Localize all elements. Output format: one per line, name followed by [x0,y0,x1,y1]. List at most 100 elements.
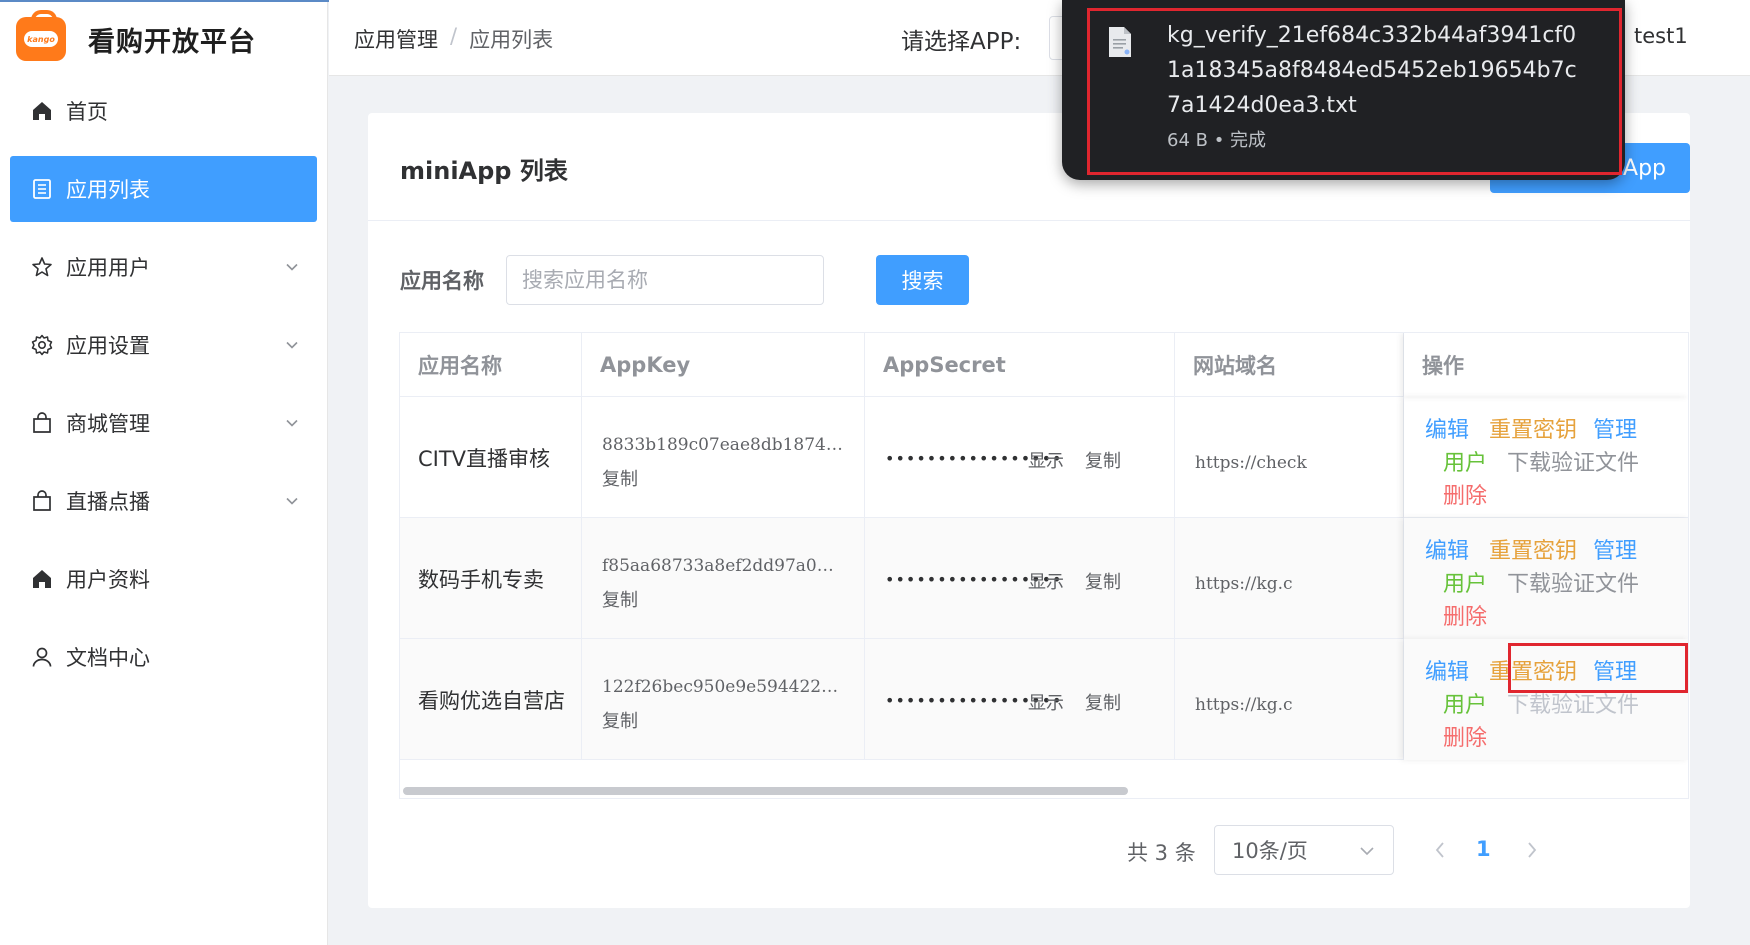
sidebar-item-2[interactable]: 应用用户 [10,234,317,300]
show-secret-link[interactable]: 显示 [1028,447,1064,473]
appkey-value: f85aa68733a8ef2dd97a0… [602,556,834,576]
chevron-down-icon [286,341,298,349]
search-bar: 应用名称 搜索 [400,255,969,305]
brand-title: 看购开放平台 [88,26,256,58]
sidebar-item-5[interactable]: 直播点播 [10,468,317,534]
search-button[interactable]: 搜索 [876,255,969,305]
home-icon [30,567,54,591]
edit-link[interactable]: 编辑 [1425,654,1469,686]
show-secret-link[interactable]: 显示 [1028,568,1064,594]
column-header-appkey: AppKey [582,333,865,397]
sidebar-menu: 首页应用列表应用用户应用设置商城管理直播点播用户资料文档中心 [0,78,327,690]
sidebar-item-label: 文档中心 [66,646,150,670]
sidebar-item-label: 应用列表 [66,178,150,202]
pagination: 共 3 条 10条/页 1 [368,825,1690,875]
sidebar-item-label: 首页 [66,100,108,124]
users-link[interactable]: 用户 [1443,566,1487,598]
page-number-current[interactable]: 1 [1476,837,1491,861]
table-row: 看购优选自营店 122f26bec950e9e594422… 复制 •••••••••… [400,639,1688,760]
breadcrumb-item-app-list: 应用列表 [469,28,554,52]
delete-link[interactable]: 删除 [1443,599,1487,631]
app-table: 应用名称 AppKey AppSecret 网站域名 操作 CITV直播审核 88… [399,332,1689,799]
sidebar-item-4[interactable]: 商城管理 [10,390,317,456]
gear-icon [30,333,54,357]
domain-value: https://kg.c [1195,695,1293,715]
cell-appkey: 122f26bec950e9e594422… 复制 [582,639,865,760]
page-size-value: 10条/页 [1232,839,1308,863]
cell-actions: 编辑 重置密钥 管理用户 下载验证文件 删除 [1404,397,1688,518]
reset-key-link[interactable]: 重置密钥 [1489,533,1577,565]
download-verify-file-link[interactable]: 下载验证文件 [1507,445,1639,477]
cell-appkey: 8833b189c07eae8db1874… 复制 [582,397,865,518]
download-verify-file-link[interactable]: 下载验证文件 [1507,566,1639,598]
user-icon [30,645,54,669]
users-link[interactable]: 用户 [1443,687,1487,719]
download-filename[interactable]: kg_verify_21ef684c332b44af3941cf01a18345… [1167,18,1587,123]
home-icon [30,99,54,123]
copy-secret-link[interactable]: 复制 [1085,689,1121,715]
breadcrumb-item-app-management[interactable]: 应用管理 [354,24,438,54]
sidebar-item-0[interactable]: 首页 [10,78,317,144]
cell-appsecret: ••••••••••••••••• 显示 复制 [865,518,1175,639]
file-icon [1109,27,1131,57]
highlight-box-download-link [1508,643,1688,693]
manage-link[interactable]: 管理 [1593,412,1637,444]
delete-link[interactable]: 删除 [1443,478,1487,510]
search-label: 应用名称 [400,269,484,293]
cell-appsecret: ••••••••••••••••• 显示 复制 [865,397,1175,518]
domain-value: https://check [1195,453,1307,473]
copy-secret-link[interactable]: 复制 [1085,447,1121,473]
domain-value: https://kg.c [1195,574,1293,594]
copy-secret-link[interactable]: 复制 [1085,568,1121,594]
column-header-app-name: 应用名称 [400,333,582,397]
sidebar-item-6[interactable]: 用户资料 [10,546,317,612]
appkey-value: 8833b189c07eae8db1874… [602,435,843,455]
sidebar-item-label: 商城管理 [66,412,150,436]
breadcrumb: 应用管理 / 应用列表 [354,24,553,54]
copy-appkey-link[interactable]: 复制 [602,465,638,491]
sidebar-item-label: 应用用户 [66,256,150,280]
users-link[interactable]: 用户 [1443,445,1487,477]
card-title: miniApp 列表 [400,157,568,185]
sidebar-item-3[interactable]: 应用设置 [10,312,317,378]
column-header-actions: 操作 [1404,333,1688,397]
chevron-down-icon [286,497,298,505]
app-select-label: 请选择APP: [901,29,1022,55]
show-secret-link[interactable]: 显示 [1028,689,1064,715]
download-meta: 64 B • 完成 [1167,130,1267,151]
list-icon [30,177,54,201]
manage-link[interactable]: 管理 [1593,533,1637,565]
sidebar-item-label: 用户资料 [66,568,150,592]
search-input[interactable] [506,255,824,305]
shopping-bag-icon [30,411,54,435]
sidebar-item-7[interactable]: 文档中心 [10,624,317,690]
page-size-select[interactable]: 10条/页 [1214,825,1394,875]
sidebar-item-1[interactable]: 应用列表 [10,156,317,222]
edit-link[interactable]: 编辑 [1425,533,1469,565]
table-row: CITV直播审核 8833b189c07eae8db1874… 复制 ••••••••… [400,397,1688,518]
cell-domain: https://kg.c [1175,639,1404,760]
copy-appkey-link[interactable]: 复制 [602,586,638,612]
reset-key-link[interactable]: 重置密钥 [1489,412,1577,444]
horizontal-scrollbar[interactable] [403,787,1128,795]
user-name[interactable]: test1 [1634,24,1688,48]
cell-appkey: f85aa68733a8ef2dd97a0… 复制 [582,518,865,639]
edit-link[interactable]: 编辑 [1425,412,1469,444]
cell-appsecret: ••••••••••••••••• 显示 复制 [865,639,1175,760]
delete-link[interactable]: 删除 [1443,720,1487,752]
cell-app-name: CITV直播审核 [400,397,582,518]
chevron-down-icon [286,263,298,271]
cell-domain: https://check [1175,397,1404,518]
prev-page-icon[interactable] [1433,840,1447,860]
sidebar: kango 看购开放平台 首页应用列表应用用户应用设置商城管理直播点播用户资料文… [0,0,328,945]
next-page-icon[interactable] [1525,840,1539,860]
star-icon [30,255,54,279]
cell-app-name: 数码手机专卖 [400,518,582,639]
breadcrumb-separator: / [450,24,458,48]
column-header-domain: 网站域名 [1175,333,1404,397]
copy-appkey-link[interactable]: 复制 [602,707,638,733]
sidebar-item-label: 应用设置 [66,334,150,358]
cell-actions: 编辑 重置密钥 管理用户 下载验证文件 删除 [1404,518,1688,639]
kango-logo: kango [16,10,66,61]
brand[interactable]: kango 看购开放平台 [0,0,327,78]
